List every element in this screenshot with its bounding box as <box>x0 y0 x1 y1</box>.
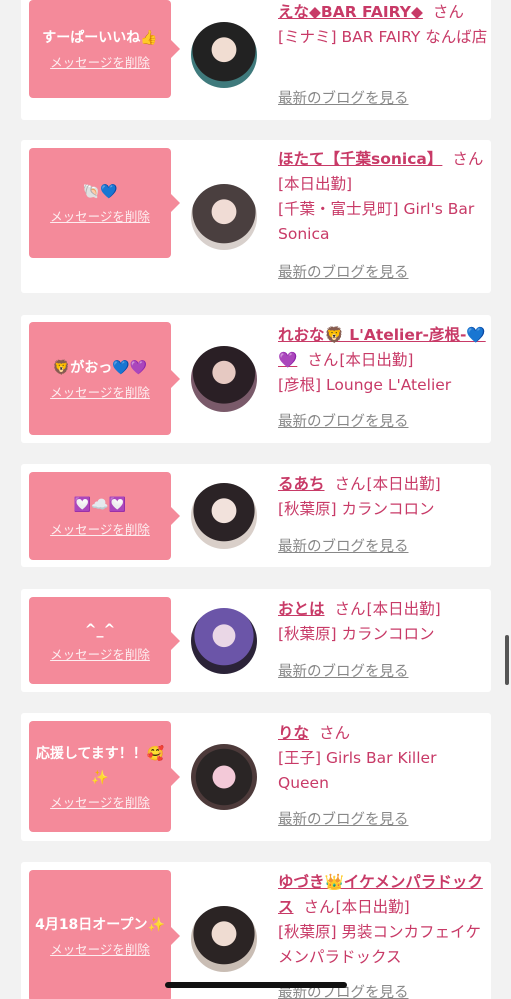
sender-name-link[interactable]: るあち <box>278 475 325 493</box>
honorific: さん <box>319 724 351 742</box>
latest-blog-link[interactable]: 最新のブログを見る <box>278 89 409 109</box>
message-text: 4月18日オープン✨ <box>35 917 165 933</box>
message-card: 💟☁️💟 メッセージを削除 るあち さん[本日出勤] [秋葉原] カランコロン 最… <box>21 464 491 567</box>
delete-message-link[interactable]: メッセージを削除 <box>50 794 150 812</box>
sender-name-link[interactable]: えな◆BAR FAIRY◆ <box>278 3 423 21</box>
message-bubble: 🦁がおっ💙💜 メッセージを削除 <box>29 322 180 435</box>
latest-blog-link[interactable]: 最新のブログを見る <box>278 537 409 557</box>
sender-name-link[interactable]: おとは <box>278 600 325 618</box>
message-card: ^_^ メッセージを削除 おとは さん[本日出勤] [秋葉原] カランコロン 最新… <box>21 589 491 692</box>
shop-name: [王子] Girls Bar Killer Queen <box>278 749 437 792</box>
latest-blog-link[interactable]: 最新のブログを見る <box>278 662 409 682</box>
message-text: 💟☁️💟 <box>73 497 127 513</box>
honorific: さん <box>432 3 464 21</box>
sender-info: えな◆BAR FAIRY◆ さん [ミナミ] BAR FAIRY なんば店 <box>278 0 488 50</box>
latest-blog-link[interactable]: 最新のブログを見る <box>278 810 409 830</box>
honorific: さん <box>307 351 339 369</box>
message-bubble: 💟☁️💟 メッセージを削除 <box>29 472 180 560</box>
message-card: すーぱーいいね👍 メッセージを削除 えな◆BAR FAIRY◆ さん [ミナミ] … <box>21 0 491 120</box>
avatar[interactable] <box>191 608 257 674</box>
message-bubble: 🐚💙 メッセージを削除 <box>29 148 180 258</box>
honorific: さん <box>334 600 366 618</box>
scrollbar[interactable] <box>505 635 509 685</box>
delete-message-link[interactable]: メッセージを削除 <box>50 521 150 539</box>
message-bubble: 4月18日オープン✨ メッセージを削除 <box>29 870 180 999</box>
message-text: 🐚💙 <box>82 184 118 200</box>
delete-message-link[interactable]: メッセージを削除 <box>50 384 150 402</box>
message-text: すーぱーいいね👍 <box>42 30 158 46</box>
shift-status: [本日出勤] <box>335 898 410 916</box>
shop-name: [千葉・富士見町] Girl's Bar Sonica <box>278 200 475 243</box>
message-card: 🐚💙 メッセージを削除 ほたて【千葉sonica】 さん [本日出勤] [千葉・富士… <box>21 140 491 293</box>
shop-name: [秋葉原] カランコロン <box>278 500 435 518</box>
message-bubble: すーぱーいいね👍 メッセージを削除 <box>29 0 180 98</box>
message-bubble: 応援してます！！🥰✨ メッセージを削除 <box>29 721 180 832</box>
message-card: 応援してます！！🥰✨ メッセージを削除 りな さん [王子] Girls Bar … <box>21 713 491 841</box>
shop-name: [秋葉原] カランコロン <box>278 625 435 643</box>
shift-status: [本日出勤] <box>366 600 441 618</box>
sender-info: りな さん [王子] Girls Bar Killer Queen <box>278 721 488 796</box>
avatar[interactable] <box>191 22 257 88</box>
sender-info: るあち さん[本日出勤] [秋葉原] カランコロン <box>278 472 488 522</box>
delete-message-link[interactable]: メッセージを削除 <box>50 208 150 226</box>
message-text: 🦁がおっ💙💜 <box>52 359 148 376</box>
delete-message-link[interactable]: メッセージを削除 <box>50 941 150 959</box>
shift-status: [本日出勤] <box>278 175 353 193</box>
shift-status: [本日出勤] <box>339 351 414 369</box>
message-card: 🦁がおっ💙💜 メッセージを削除 れおな🦁 L'Atelier-彦根-💙💜 さん[本… <box>21 315 491 443</box>
sender-info: おとは さん[本日出勤] [秋葉原] カランコロン <box>278 597 488 647</box>
avatar[interactable] <box>191 184 257 250</box>
shop-name: [秋葉原] 男装コンカフェイケメンパラドックス <box>278 923 482 966</box>
avatar[interactable] <box>191 346 257 412</box>
message-bubble: ^_^ メッセージを削除 <box>29 597 180 684</box>
sender-info: ゆづき👑イケメンパラドックス さん[本日出勤] [秋葉原] 男装コンカフェイケメン… <box>278 870 488 970</box>
avatar[interactable] <box>191 483 257 549</box>
latest-blog-link[interactable]: 最新のブログを見る <box>278 412 409 432</box>
message-text: 応援してます！！🥰✨ <box>35 745 165 786</box>
shop-name: [ミナミ] BAR FAIRY なんば店 <box>278 28 488 46</box>
sender-info: れおな🦁 L'Atelier-彦根-💙💜 さん[本日出勤] [彦根] Lounge… <box>278 323 488 398</box>
message-text: ^_^ <box>84 621 116 638</box>
shop-name: [彦根] Lounge L'Atelier <box>278 376 452 394</box>
delete-message-link[interactable]: メッセージを削除 <box>50 54 150 72</box>
delete-message-link[interactable]: メッセージを削除 <box>50 646 150 664</box>
sender-name-link[interactable]: りな <box>278 724 309 742</box>
sender-info: ほたて【千葉sonica】 さん [本日出勤] [千葉・富士見町] Girl's B… <box>278 147 488 247</box>
avatar[interactable] <box>191 906 257 972</box>
honorific: さん <box>303 898 335 916</box>
honorific: さん <box>334 475 366 493</box>
avatar[interactable] <box>191 744 257 810</box>
honorific: さん <box>452 150 484 168</box>
sender-name-link[interactable]: ほたて【千葉sonica】 <box>278 150 442 168</box>
home-indicator[interactable] <box>165 982 347 988</box>
shift-status: [本日出勤] <box>366 475 441 493</box>
message-card: 4月18日オープン✨ メッセージを削除 ゆづき👑イケメンパラドックス さん[本日出… <box>21 862 491 999</box>
latest-blog-link[interactable]: 最新のブログを見る <box>278 263 409 283</box>
